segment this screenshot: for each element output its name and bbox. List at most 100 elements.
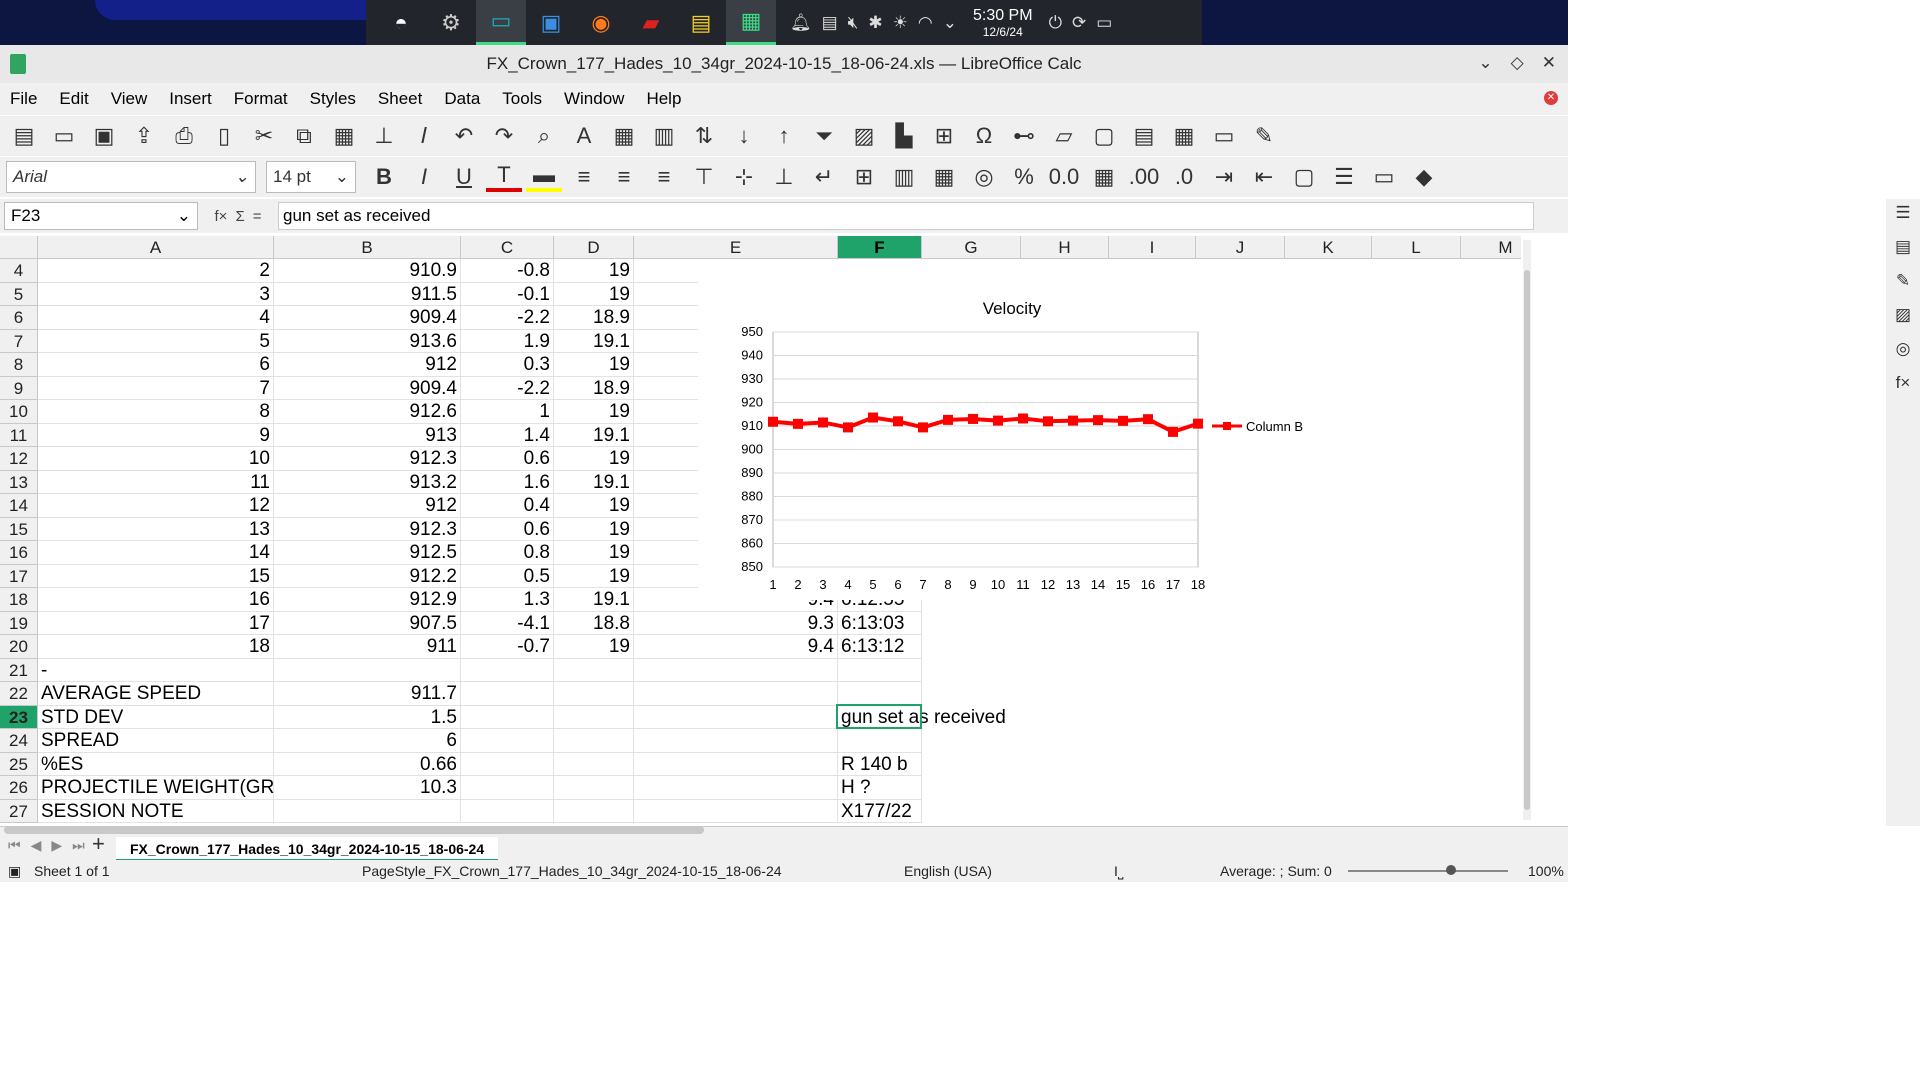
refresh-icon[interactable]: ⟳ xyxy=(1072,13,1086,33)
row-header[interactable]: 11 xyxy=(0,423,38,447)
cell-a7[interactable]: 5 xyxy=(38,329,274,353)
currency-icon[interactable]: ◎ xyxy=(966,164,1002,190)
cell-f20[interactable]: 6:13:12 xyxy=(838,635,922,659)
menu-styles[interactable]: Styles xyxy=(310,89,356,109)
export-icon[interactable]: ⇪ xyxy=(126,123,162,149)
row-header[interactable]: 14 xyxy=(0,494,38,518)
pivot-table-icon[interactable]: ⊞ xyxy=(926,123,962,149)
cell-c14[interactable]: 0.4 xyxy=(461,494,554,518)
bluetooth-icon[interactable]: ✱ xyxy=(868,13,882,33)
cell-b15[interactable]: 912.3 xyxy=(274,517,461,541)
row-header[interactable]: 25 xyxy=(0,752,38,776)
copy-icon[interactable]: ⧉ xyxy=(286,123,322,149)
cell-a8[interactable]: 6 xyxy=(38,353,274,377)
column-header-f[interactable]: F xyxy=(838,236,922,259)
column-header-m[interactable]: M xyxy=(1461,236,1521,259)
vertical-scrollbar[interactable] xyxy=(1523,240,1531,820)
cell-e24[interactable] xyxy=(634,729,838,753)
hyperlink-icon[interactable]: ⊷ xyxy=(1006,123,1042,149)
cell-b11[interactable]: 913 xyxy=(274,423,461,447)
cell-c24[interactable] xyxy=(461,729,554,753)
cell-a23[interactable]: STD DEV xyxy=(38,705,274,729)
menu-icon[interactable]: ☰ xyxy=(1895,203,1910,223)
status-zoom[interactable]: 100% xyxy=(1528,863,1564,879)
cell-b14[interactable]: 912 xyxy=(274,494,461,518)
row-header[interactable]: 7 xyxy=(0,329,38,353)
cell-d4[interactable]: 19 xyxy=(554,259,634,283)
cell-e26[interactable] xyxy=(634,776,838,800)
horizontal-scrollbar[interactable] xyxy=(4,826,704,834)
column-header-e[interactable]: E xyxy=(634,236,838,259)
cell-b16[interactable]: 912.5 xyxy=(274,541,461,565)
spelling-icon[interactable]: A xyxy=(566,123,602,149)
cell-b17[interactable]: 912.2 xyxy=(274,564,461,588)
maximize-icon[interactable]: ◇ xyxy=(1511,53,1524,73)
chevron-down-icon[interactable]: ⌄ xyxy=(943,13,957,33)
cell-b8[interactable]: 912 xyxy=(274,353,461,377)
cell-f24[interactable] xyxy=(838,729,922,753)
highlight-icon[interactable]: ▬ xyxy=(526,162,562,192)
cell-d7[interactable]: 19.1 xyxy=(554,329,634,353)
cell-d16[interactable]: 19 xyxy=(554,541,634,565)
sum-icon[interactable]: Σ xyxy=(235,208,244,225)
cell-d11[interactable]: 19.1 xyxy=(554,423,634,447)
align-middle-icon[interactable]: ⊹ xyxy=(726,164,762,190)
cell-d27[interactable] xyxy=(554,799,634,823)
cell-f27[interactable]: X177/22 xyxy=(838,799,922,823)
delete-decimal-icon[interactable]: .0 xyxy=(1166,164,1202,190)
row-header[interactable]: 22 xyxy=(0,682,38,706)
settings-icon[interactable]: ⚙ xyxy=(426,0,476,45)
spreadsheet-grid[interactable]: A B C D E F G H I J K L M 4 2 910.9 -0.8 19 5… xyxy=(0,236,1521,826)
cell-f21[interactable] xyxy=(838,658,922,682)
show-desktop-icon[interactable]: ▭ xyxy=(1096,13,1112,33)
cell-a24[interactable]: SPREAD xyxy=(38,729,274,753)
cell-d8[interactable]: 19 xyxy=(554,353,634,377)
undo-icon[interactable]: ↶ xyxy=(446,123,482,149)
close-icon[interactable]: ✕ xyxy=(1542,53,1556,73)
calc-icon[interactable]: ▦ xyxy=(726,0,776,45)
cell-c12[interactable]: 0.6 xyxy=(461,447,554,471)
align-top-icon[interactable]: ⊤ xyxy=(686,164,722,190)
save-icon[interactable]: ▣ xyxy=(86,123,122,149)
row-header[interactable]: 6 xyxy=(0,306,38,330)
underline-icon[interactable]: U xyxy=(446,164,482,190)
wifi-icon[interactable]: ◠ xyxy=(918,13,933,33)
column-header-a[interactable]: A xyxy=(38,236,274,259)
cell-c9[interactable]: -2.2 xyxy=(461,376,554,400)
cell-d15[interactable]: 19 xyxy=(554,517,634,541)
functions-icon[interactable]: f× xyxy=(1896,373,1911,393)
align-center-icon[interactable]: ≡ xyxy=(606,164,642,190)
navigator-icon[interactable]: ◎ xyxy=(1896,339,1911,359)
cell-c26[interactable] xyxy=(461,776,554,800)
sort-icon[interactable]: ⇅ xyxy=(686,123,722,149)
cell-a17[interactable]: 15 xyxy=(38,564,274,588)
open-icon[interactable]: ▭ xyxy=(46,123,82,149)
cell-a6[interactable]: 4 xyxy=(38,306,274,330)
cell-c4[interactable]: -0.8 xyxy=(461,259,554,283)
clone-format-icon[interactable]: ⊥ xyxy=(366,123,402,149)
cell-a5[interactable]: 3 xyxy=(38,282,274,306)
firefox-icon[interactable]: ◉ xyxy=(576,0,626,45)
cell-a11[interactable]: 9 xyxy=(38,423,274,447)
equals-icon[interactable]: = xyxy=(253,208,262,225)
cell-e23[interactable] xyxy=(634,705,838,729)
velocity-chart[interactable]: Velocity 850 860 870 880 890 900 910 920 930 940 9… xyxy=(698,260,1320,600)
border-style-icon[interactable]: ☰ xyxy=(1326,164,1362,190)
menu-format[interactable]: Format xyxy=(234,89,288,109)
paste-icon[interactable]: ▦ xyxy=(326,123,362,149)
next-sheet-icon[interactable]: ▶ xyxy=(51,837,62,854)
cell-d25[interactable] xyxy=(554,752,634,776)
cell-c10[interactable]: 1 xyxy=(461,400,554,424)
image-icon[interactable]: ▨ xyxy=(846,123,882,149)
cell-b9[interactable]: 909.4 xyxy=(274,376,461,400)
cell-d21[interactable] xyxy=(554,658,634,682)
cell-c21[interactable] xyxy=(461,658,554,682)
sort-descending-icon[interactable]: ↑ xyxy=(766,123,802,149)
menu-tools[interactable]: Tools xyxy=(502,89,542,109)
cell-b27[interactable] xyxy=(274,799,461,823)
cell-d9[interactable]: 18.9 xyxy=(554,376,634,400)
row-header[interactable]: 24 xyxy=(0,729,38,753)
sort-ascending-icon[interactable]: ↓ xyxy=(726,123,762,149)
cell-d12[interactable]: 19 xyxy=(554,447,634,471)
cell-f22[interactable] xyxy=(838,682,922,706)
